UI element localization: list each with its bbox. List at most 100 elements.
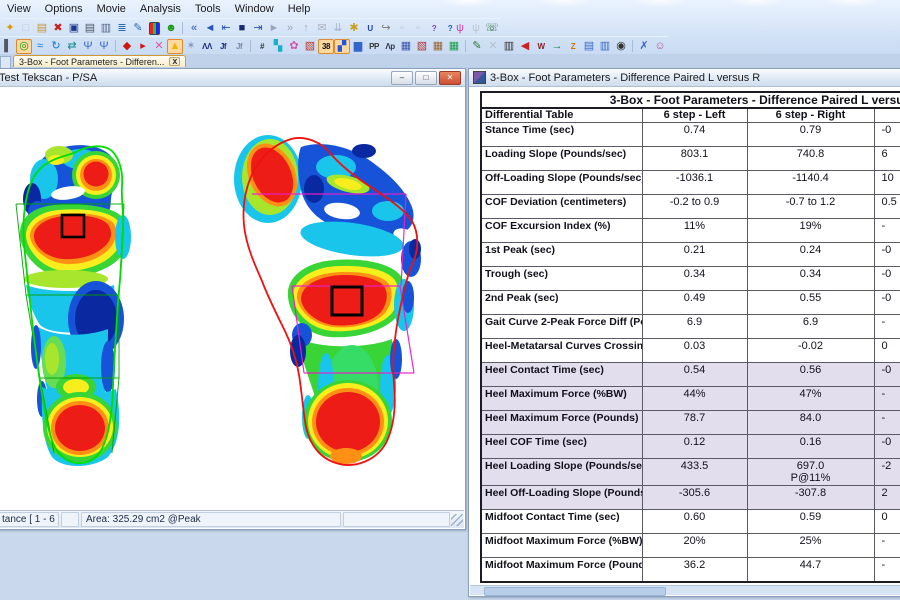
open-file-icon[interactable]: ▤ <box>34 21 50 36</box>
email-icon[interactable]: ✉ <box>314 21 330 36</box>
tab-foot-parameters[interactable]: 3-Box - Foot Parameters - Differen... x <box>13 55 186 67</box>
split-view-icon[interactable]: ▞ <box>334 39 350 54</box>
menu-options[interactable]: Options <box>38 1 90 17</box>
wireless-signal-icon[interactable]: ψ <box>452 21 468 36</box>
annotate-icon[interactable]: ✎ <box>469 39 485 54</box>
table-row: Heel-Metatarsal Curves Crossing (sec)0.0… <box>481 339 900 363</box>
right-foot-pressure-map[interactable] <box>234 135 421 465</box>
status-spacer <box>61 512 79 527</box>
help-icon[interactable]: ? <box>426 21 442 36</box>
force-curve-icon[interactable]: ≈ <box>32 39 48 54</box>
report-icon[interactable]: ▧ <box>414 39 430 54</box>
toolbar-separator <box>179 21 186 35</box>
menu-view[interactable]: View <box>0 1 38 17</box>
page-export-icon[interactable]: ▧ <box>302 39 318 54</box>
menu-help[interactable]: Help <box>281 1 318 17</box>
twin-peaks-icon[interactable]: ΛΛ <box>199 39 215 54</box>
left-foot-pressure-map[interactable] <box>16 145 131 466</box>
movie-settings-icon[interactable]: ☻ <box>163 21 179 36</box>
notebook-icon[interactable]: ▥ <box>501 39 517 54</box>
tile-vertical-icon[interactable]: ▥ <box>597 39 613 54</box>
table-row: Midfoot Maximum Force (%BW)20%25%- <box>481 534 900 558</box>
minimize-button[interactable]: – <box>391 71 413 85</box>
print-icon[interactable]: ▤ <box>82 21 98 36</box>
menu-analysis[interactable]: Analysis <box>133 1 188 17</box>
zoom-icon[interactable]: Z <box>565 39 581 54</box>
record-icon[interactable]: ↑ <box>298 21 314 36</box>
page-icon-1[interactable]: ▫ <box>394 21 410 36</box>
table-row: Heel Off-Loading Slope (Pounds/sec)-305.… <box>481 486 900 510</box>
save-icon[interactable]: ▣ <box>66 21 82 36</box>
x-marker-icon[interactable]: ✕ <box>151 39 167 54</box>
snapshot-icon[interactable]: ✱ <box>346 21 362 36</box>
box-3d-icon[interactable]: ▚ <box>270 39 286 54</box>
print-preview-icon[interactable]: ▥ <box>98 21 114 36</box>
color-legend-icon[interactable] <box>149 22 160 35</box>
force-time-2-icon[interactable]: Jf <box>231 39 247 54</box>
cof-trajectory-icon[interactable]: ▸ <box>135 39 151 54</box>
pp-icon[interactable]: PP <box>366 39 382 54</box>
grid-icon[interactable]: # <box>254 39 270 54</box>
edit-icon[interactable]: ✎ <box>130 21 146 36</box>
person-icon[interactable]: ☺ <box>652 39 668 54</box>
new-file-icon[interactable]: □ <box>18 21 34 36</box>
waveform-icon[interactable]: W <box>533 39 549 54</box>
close-button[interactable]: ✕ <box>439 71 461 85</box>
export-icon[interactable]: → <box>549 39 565 54</box>
multi-step-icon[interactable]: ⇊ <box>330 21 346 36</box>
peak-marker-icon[interactable]: ▲ <box>167 39 183 54</box>
last-frame-icon[interactable]: ⇥ <box>250 21 266 36</box>
histogram-icon[interactable]: ▆ <box>350 39 366 54</box>
status-frame-range: tance [ 1 - 6 ] <box>0 512 59 527</box>
horizontal-scrollbar[interactable] <box>470 585 900 595</box>
table-icon[interactable]: ▦ <box>430 39 446 54</box>
clear-annotation-icon[interactable]: ✕ <box>485 39 501 54</box>
row-label: Heel Maximum Force (%BW) <box>481 387 642 411</box>
calibration-icon[interactable]: ✦ <box>2 21 18 36</box>
units-icon[interactable]: U <box>362 21 378 36</box>
table-window-titlebar[interactable]: 3-Box - Foot Parameters - Difference Pai… <box>469 69 900 87</box>
toolbar-separator <box>462 39 469 53</box>
cell-diff: -0 <box>874 267 900 291</box>
tile-horizontal-icon[interactable]: ▤ <box>581 39 597 54</box>
scrollbar-thumb[interactable] <box>484 587 666 596</box>
tab-close-icon[interactable]: x <box>169 57 180 66</box>
binoculars-icon[interactable]: ✿ <box>286 39 302 54</box>
wireless-off-icon[interactable]: ψ <box>468 21 484 36</box>
stop-icon[interactable]: ■ <box>234 21 250 36</box>
remove-person-icon[interactable]: ✗ <box>636 39 652 54</box>
exit-icon[interactable]: ↪ <box>378 21 394 36</box>
step-back-icon[interactable]: ◄ <box>202 21 218 36</box>
force-time-icon[interactable]: Jf <box>215 39 231 54</box>
table-window: 3-Box - Foot Parameters - Difference Pai… <box>468 68 900 597</box>
menu-movie[interactable]: Movie <box>90 1 133 17</box>
menu-tools[interactable]: Tools <box>188 1 228 17</box>
menu-window[interactable]: Window <box>228 1 281 17</box>
copy-icon[interactable]: ≣ <box>114 21 130 36</box>
tree-view-icon[interactable]: Ψ <box>80 39 96 54</box>
partial-icon[interactable]: ▌ <box>0 39 16 54</box>
strip-chart-icon[interactable]: ▦ <box>398 39 414 54</box>
fast-forward-icon[interactable]: » <box>282 21 298 36</box>
tree-view-2-icon[interactable]: Ψ <box>96 39 112 54</box>
cell-diff: - <box>874 315 900 339</box>
maximize-button[interactable]: □ <box>415 71 437 85</box>
compare-icon[interactable]: ⇄ <box>64 39 80 54</box>
page-icon-2[interactable]: ▫ <box>410 21 426 36</box>
first-frame-icon[interactable]: ⇤ <box>218 21 234 36</box>
play-icon[interactable]: ► <box>266 21 282 36</box>
pressure-window-titlebar[interactable]: Test Tekscan - P/SA – □ ✕ <box>0 69 465 87</box>
rotate-icon[interactable]: ↻ <box>48 39 64 54</box>
delete-file-icon[interactable]: ✖ <box>50 21 66 36</box>
handheld-device-icon[interactable]: ☏ <box>484 21 500 36</box>
cof-target-icon[interactable]: ◎ <box>16 39 32 54</box>
cof-marker-icon[interactable]: ◆ <box>119 39 135 54</box>
rewind-icon[interactable]: « <box>186 21 202 36</box>
legend-grid-icon[interactable]: ▦ <box>446 39 462 54</box>
sensor-points-icon[interactable]: ✶ <box>183 39 199 54</box>
camera-icon[interactable]: ◉ <box>613 39 629 54</box>
resize-grip[interactable] <box>451 514 463 526</box>
box-38-icon[interactable]: 38 <box>318 39 334 54</box>
speaker-icon[interactable]: ◀ <box>517 39 533 54</box>
peak-p-icon[interactable]: Λp <box>382 39 398 54</box>
